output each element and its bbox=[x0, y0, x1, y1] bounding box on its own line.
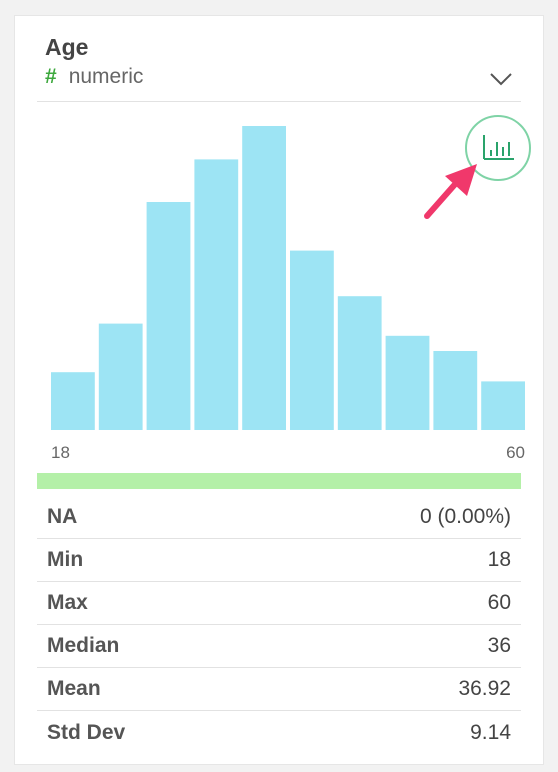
stat-label: Max bbox=[47, 591, 88, 614]
stat-value: 36 bbox=[487, 634, 511, 657]
histogram-bar bbox=[481, 381, 525, 430]
histogram-bar bbox=[146, 202, 191, 430]
histogram-bar bbox=[385, 335, 430, 430]
stat-row-std-dev: Std Dev 9.14 bbox=[37, 711, 521, 754]
stat-value: 60 bbox=[487, 591, 511, 614]
stats-table: NA 0 (0.00%) Min 18 Max 60 Median 36 Mea… bbox=[37, 496, 521, 754]
histogram-bar bbox=[290, 250, 334, 430]
stat-label: Std Dev bbox=[47, 720, 126, 744]
histogram-bar bbox=[337, 296, 382, 430]
histogram-bar bbox=[194, 159, 239, 430]
stat-value: 18 bbox=[487, 548, 511, 571]
column-header: Age # numeric bbox=[45, 34, 513, 89]
header-divider bbox=[37, 101, 521, 102]
stat-label: Median bbox=[47, 634, 120, 657]
column-summary-card: Age # numeric 18 60 NA 0 (0.00%) Min 18 … bbox=[14, 15, 544, 765]
stat-row-mean: Mean 36.92 bbox=[37, 668, 521, 711]
stat-row-max: Max 60 bbox=[37, 582, 521, 625]
pointer-arrow-icon bbox=[424, 164, 477, 219]
stat-row-median: Median 36 bbox=[37, 625, 521, 668]
bar-chart-icon bbox=[483, 135, 514, 160]
numeric-type-icon: # bbox=[45, 65, 57, 88]
column-type-label: numeric bbox=[68, 65, 144, 88]
stat-value: 9.14 bbox=[470, 720, 511, 744]
chevron-down-icon[interactable] bbox=[489, 72, 513, 86]
stat-label: Mean bbox=[47, 677, 101, 700]
axis-min-label: 18 bbox=[51, 443, 70, 462]
stat-value: 36.92 bbox=[458, 677, 511, 700]
stat-label: Min bbox=[47, 548, 84, 571]
stat-row-min: Min 18 bbox=[37, 539, 521, 582]
stat-value: 0 (0.00%) bbox=[419, 505, 511, 528]
histogram-bar bbox=[98, 323, 143, 430]
column-type: # numeric bbox=[45, 65, 513, 89]
histogram-bar bbox=[242, 126, 286, 430]
axis-max-label: 60 bbox=[506, 443, 525, 462]
stat-label: NA bbox=[47, 505, 78, 528]
histogram-bar bbox=[433, 351, 478, 430]
data-quality-bar bbox=[37, 473, 521, 489]
stat-row-na: NA 0 (0.00%) bbox=[37, 496, 521, 539]
column-name: Age bbox=[45, 34, 89, 60]
histogram-bar bbox=[51, 372, 95, 430]
